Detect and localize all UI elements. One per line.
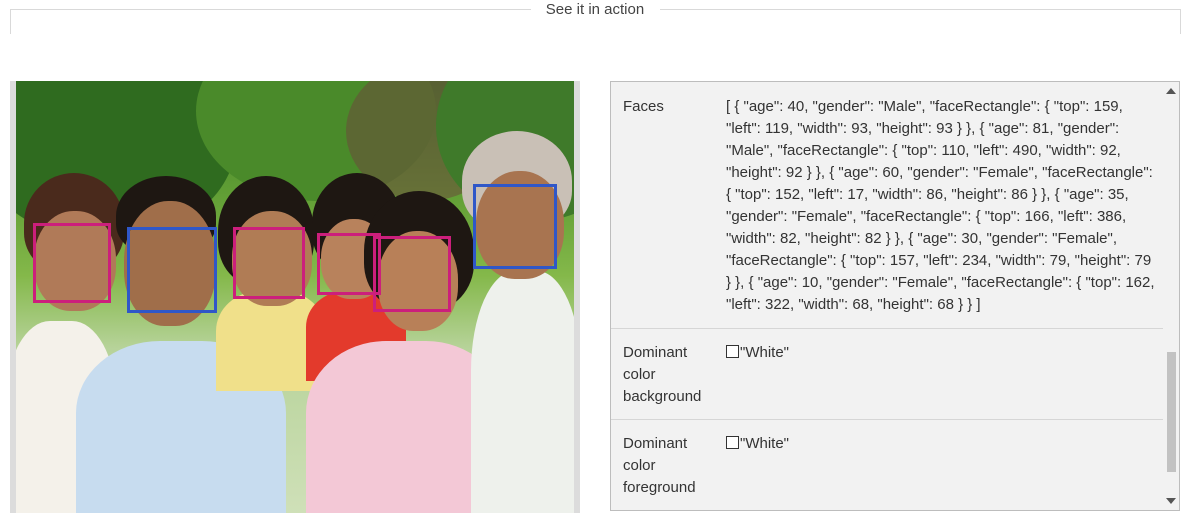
face-rectangle-male [127, 227, 217, 313]
family-photo[interactable] [16, 81, 574, 513]
scrollbar-thumb[interactable] [1167, 352, 1176, 472]
face-rectangle-female [33, 223, 111, 303]
vertical-scrollbar[interactable] [1163, 82, 1179, 510]
analysis-results-panel[interactable]: Faces [ { "age": 40, "gender": "Male", "… [610, 81, 1180, 511]
face-rectangle-female [373, 236, 451, 312]
result-row-dominant-background: Dominant color background "White" [611, 328, 1164, 420]
section-divider-left [10, 9, 531, 34]
section-title: See it in action [545, 1, 645, 18]
color-value: "White" [740, 435, 789, 452]
faces-json-value: [ { "age": 40, "gender": "Male", "faceRe… [726, 98, 1155, 313]
row-label: Dominant color background [623, 344, 702, 405]
face-rectangle-male [473, 184, 557, 269]
result-row-faces: Faces [ { "age": 40, "gender": "Male", "… [611, 82, 1164, 329]
color-swatch [726, 436, 739, 449]
scroll-up-arrow-icon[interactable] [1166, 88, 1176, 94]
color-value: "White" [740, 344, 789, 361]
row-label: Faces [623, 98, 664, 115]
row-label: Dominant color foreground [623, 435, 696, 496]
scroll-down-arrow-icon[interactable] [1166, 498, 1176, 504]
result-row-dominant-foreground: Dominant color foreground "White" [611, 419, 1164, 510]
face-rectangle-female [317, 233, 381, 295]
row-value: "White" [726, 342, 1156, 364]
photo-frame [10, 81, 580, 513]
face-rectangle-female [233, 227, 305, 299]
section-divider-right [660, 9, 1181, 34]
row-value: "White" [726, 433, 1156, 455]
color-swatch [726, 345, 739, 358]
